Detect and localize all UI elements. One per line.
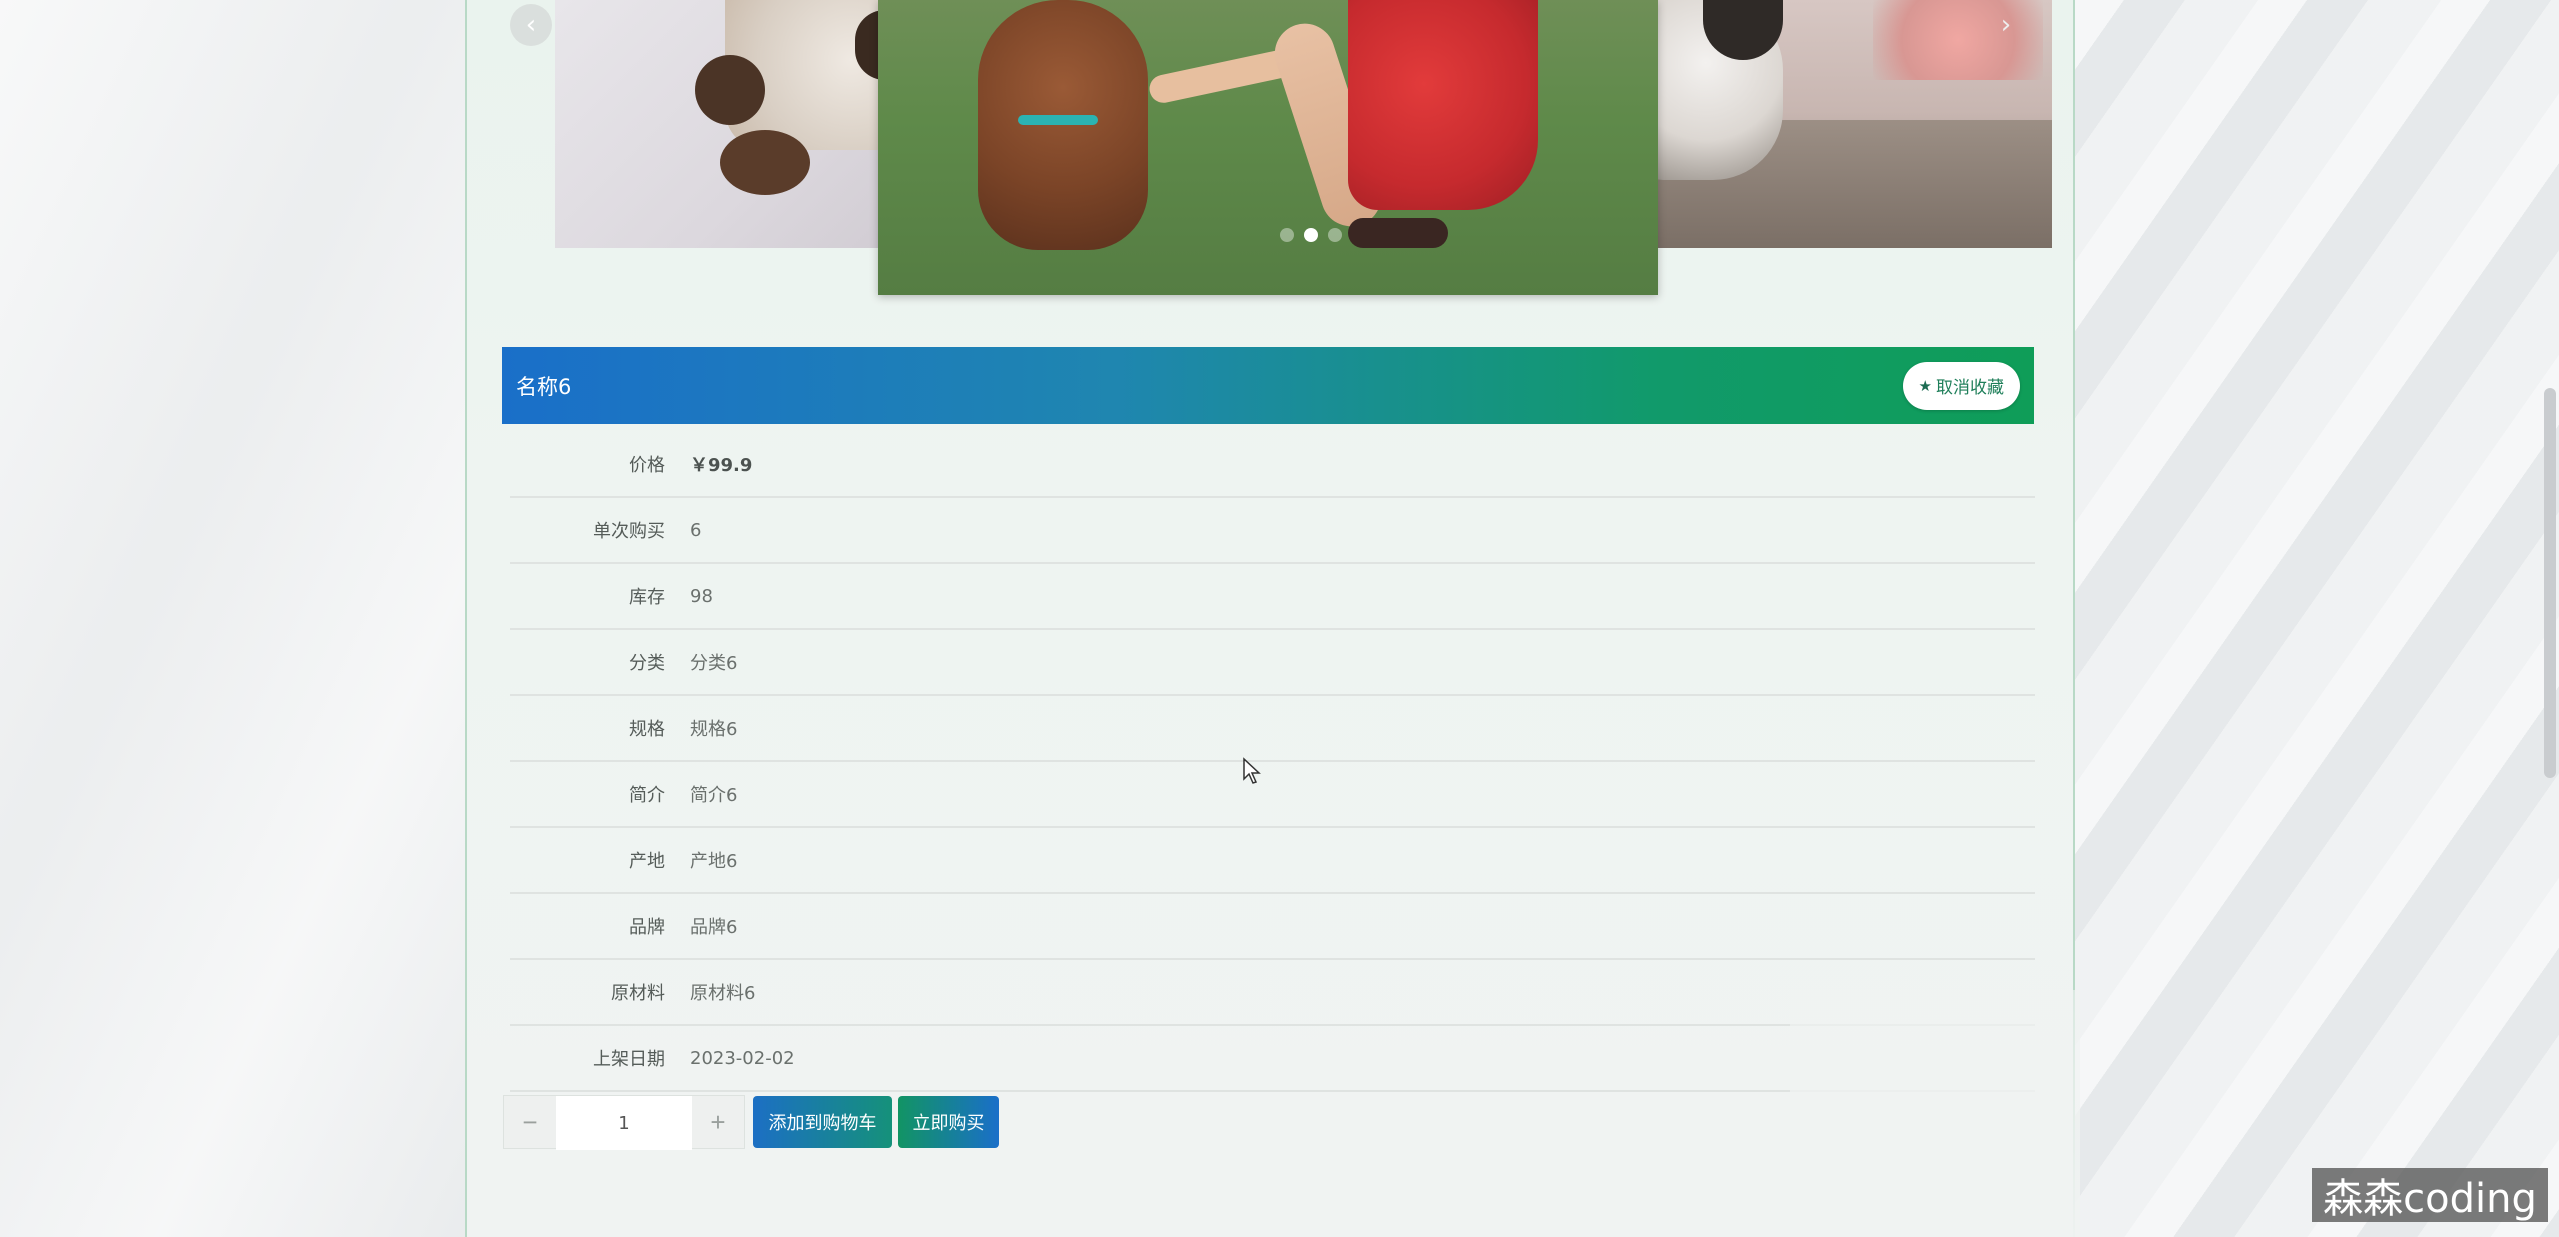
unfavorite-label: 取消收藏 <box>1936 378 2004 397</box>
attribute-label: 分类 <box>629 653 665 674</box>
purchase-actions: − + 添加到购物车 立即购买 <box>503 1095 999 1150</box>
attribute-label: 品牌 <box>629 917 665 938</box>
carousel-next-arrow-icon[interactable]: › <box>1985 4 2027 46</box>
attribute-label: 库存 <box>629 587 665 608</box>
page-scrollbar[interactable] <box>2544 388 2556 778</box>
attribute-row-price: 价格 ￥99.9 <box>510 432 2035 498</box>
carousel-slide-active[interactable] <box>878 0 1658 295</box>
attribute-value: ￥99.9 <box>690 455 753 476</box>
attribute-row-stock: 库存 98 <box>510 564 2035 630</box>
attribute-row-origin: 产地 产地6 <box>510 828 2035 894</box>
page-background-left <box>0 0 470 1237</box>
attribute-row-brand: 品牌 品牌6 <box>510 894 2035 960</box>
decorative-fade <box>1790 990 2080 1237</box>
carousel-dot-active[interactable] <box>1304 228 1318 242</box>
buy-now-button[interactable]: 立即购买 <box>898 1096 999 1148</box>
watermark-label: 森森coding <box>2312 1168 2548 1222</box>
quantity-stepper: − + <box>503 1095 745 1150</box>
carousel-dot[interactable] <box>1280 228 1294 242</box>
quantity-decrease-button[interactable]: − <box>504 1096 556 1148</box>
quantity-input[interactable] <box>556 1096 692 1150</box>
attribute-row-intro: 简介 简介6 <box>510 762 2035 828</box>
attribute-value: 简介6 <box>690 785 738 806</box>
attribute-row-category: 分类 分类6 <box>510 630 2035 696</box>
carousel-indicators <box>1280 228 1342 242</box>
attribute-label: 简介 <box>629 785 665 806</box>
attribute-label: 原材料 <box>611 983 665 1004</box>
attribute-label: 产地 <box>629 851 665 872</box>
unfavorite-button[interactable]: ★ 取消收藏 <box>1902 361 2020 410</box>
add-to-cart-button[interactable]: 添加到购物车 <box>753 1096 892 1148</box>
star-icon: ★ <box>1918 377 1932 395</box>
quantity-increase-button[interactable]: + <box>692 1096 744 1148</box>
product-title-bar: 名称6 ★ 取消收藏 <box>502 347 2034 424</box>
page-background-right <box>2075 0 2559 1237</box>
attribute-value: 规格6 <box>690 719 738 740</box>
attribute-value: 分类6 <box>690 653 738 674</box>
carousel-dot[interactable] <box>1328 228 1342 242</box>
attribute-label: 价格 <box>629 455 665 476</box>
attribute-value: 产地6 <box>690 851 738 872</box>
attribute-label: 上架日期 <box>593 1049 665 1070</box>
attribute-value: 98 <box>690 585 713 607</box>
attribute-value: 品牌6 <box>690 917 738 938</box>
attribute-row-per-purchase: 单次购买 6 <box>510 498 2035 564</box>
image-carousel[interactable] <box>555 0 2052 295</box>
attribute-row-spec: 规格 规格6 <box>510 696 2035 762</box>
attribute-value: 原材料6 <box>690 983 756 1004</box>
attribute-label: 单次购买 <box>593 521 665 542</box>
product-name: 名称6 <box>516 374 572 399</box>
attribute-value: 2023-02-02 <box>690 1047 795 1069</box>
attribute-label: 规格 <box>629 719 665 740</box>
attribute-value: 6 <box>690 519 702 541</box>
mouse-cursor-icon <box>1243 757 1261 784</box>
carousel-prev-arrow-icon[interactable]: ‹ <box>510 4 552 46</box>
